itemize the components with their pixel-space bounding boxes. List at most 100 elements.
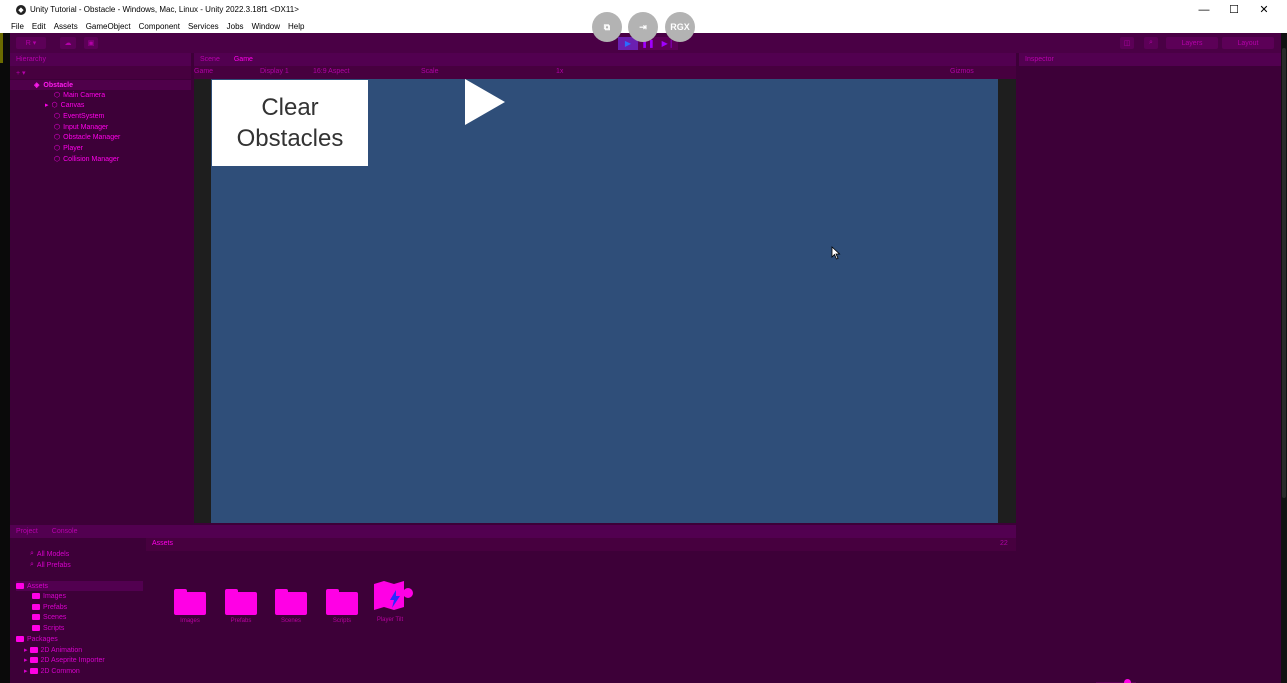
close-button[interactable]: ✕ bbox=[1249, 0, 1279, 19]
display-dropdown[interactable]: Display 1 bbox=[260, 68, 289, 75]
game-panel: Scene Game Game Display 1 16:9 Aspect Sc… bbox=[194, 53, 1016, 523]
breadcrumb[interactable]: Assets bbox=[152, 540, 173, 547]
tab-inspector[interactable]: Inspector bbox=[1025, 56, 1054, 63]
game-mode-dropdown[interactable]: Game bbox=[194, 68, 213, 75]
folder-icon bbox=[174, 589, 206, 615]
copy-icon[interactable]: ⧉ bbox=[592, 12, 622, 42]
aspect-dropdown[interactable]: 16:9 Aspect bbox=[313, 68, 350, 75]
rgx-button[interactable]: RGX bbox=[665, 12, 695, 42]
menu-gameobject[interactable]: GameObject bbox=[86, 22, 131, 31]
menu-file[interactable]: File bbox=[11, 22, 24, 31]
project-panel: Project Console ⌕ All Models ⌕ All Prefabs… bbox=[10, 525, 1136, 683]
expand-arrow-icon[interactable]: ▸ bbox=[45, 101, 49, 109]
layout-dropdown[interactable]: Layout bbox=[1222, 37, 1274, 49]
unity-editor: R ▾ ☁ ▣ ▶ ❚❚ ▶❘ ◫ ⌕ Layers Layout Hierar… bbox=[10, 33, 1281, 683]
mouse-cursor-icon bbox=[831, 246, 841, 260]
scale-label: Scale bbox=[421, 68, 439, 75]
menu-services[interactable]: Services bbox=[188, 22, 219, 31]
gameobject-icon: ⬡ bbox=[54, 124, 61, 131]
search-icon: ⌕ bbox=[30, 561, 34, 568]
game-panel-header: Scene Game bbox=[194, 53, 1016, 66]
input-actions-icon bbox=[374, 581, 413, 610]
add-icon[interactable]: + ▾ bbox=[16, 69, 26, 77]
asset-folder[interactable]: Scenes bbox=[271, 589, 311, 624]
asset-folder[interactable]: Images bbox=[170, 589, 210, 624]
cloud-icon[interactable]: ☁ bbox=[60, 37, 76, 49]
expand-arrow-icon[interactable]: ▸ bbox=[24, 656, 28, 664]
search-icon[interactable]: ⌕ bbox=[1144, 37, 1158, 49]
tree-item[interactable]: ▸ 2D Animation bbox=[24, 645, 82, 655]
gameobject-icon: ⬡ bbox=[54, 92, 61, 99]
tree-item[interactable]: Packages bbox=[16, 634, 58, 644]
hierarchy-item[interactable]: ⬡ Input Manager bbox=[54, 122, 108, 132]
window-scrollbar[interactable] bbox=[1281, 33, 1287, 683]
scale-value: 1x bbox=[556, 68, 564, 75]
folder-icon bbox=[32, 625, 40, 631]
unity-logo-icon: ◆ bbox=[16, 4, 26, 15]
tree-item[interactable]: Prefabs bbox=[32, 602, 67, 612]
game-view[interactable]: Clear Obstacles bbox=[211, 79, 998, 523]
left-edge-strip bbox=[0, 33, 10, 683]
tab-hierarchy[interactable]: Hierarchy bbox=[16, 56, 46, 63]
folder-icon bbox=[29, 647, 38, 653]
scene-root[interactable]: ◈ Obstacle bbox=[10, 80, 191, 90]
gameobject-icon: ⬡ bbox=[54, 113, 61, 120]
asset-folder[interactable]: Scripts bbox=[322, 589, 362, 624]
asset-input-actions[interactable]: Player Tilt bbox=[370, 580, 413, 623]
tree-item[interactable]: ▸ 2D Aseprite Importer bbox=[24, 655, 105, 665]
menu-window[interactable]: Window bbox=[252, 22, 280, 31]
hierarchy-panel: Hierarchy + ▾ ◈ Obstacle ⬡ Main Camera ▸ ⬡… bbox=[10, 53, 191, 523]
gizmos-dropdown[interactable]: Gizmos bbox=[950, 68, 974, 75]
tree-item[interactable]: Scenes bbox=[32, 612, 66, 622]
menu-help[interactable]: Help bbox=[288, 22, 304, 31]
menu-component[interactable]: Component bbox=[139, 22, 180, 31]
hierarchy-toolbar: + ▾ bbox=[10, 66, 191, 79]
asset-folder[interactable]: Prefabs bbox=[221, 589, 261, 624]
assets-breadcrumb-bar: Assets 22 bbox=[146, 538, 1016, 551]
clear-obstacles-button[interactable]: Clear Obstacles bbox=[212, 80, 368, 166]
tab-project[interactable]: Project bbox=[16, 528, 38, 535]
menu-jobs[interactable]: Jobs bbox=[227, 22, 244, 31]
expand-arrow-icon[interactable]: ▸ bbox=[24, 646, 28, 654]
sign-in-icon[interactable]: ⇥ bbox=[628, 12, 658, 42]
services-icon[interactable]: ◫ bbox=[1120, 37, 1134, 49]
hierarchy-header: Hierarchy bbox=[10, 53, 191, 66]
tree-item[interactable]: Scripts bbox=[32, 623, 64, 633]
hierarchy-item[interactable]: ⬡ Collision Manager bbox=[54, 154, 119, 164]
hierarchy-item[interactable]: ⬡ Player bbox=[54, 143, 83, 153]
gameobject-icon: ⬡ bbox=[54, 145, 61, 152]
folder-icon bbox=[326, 589, 358, 615]
gameobject-icon: ⬡ bbox=[51, 102, 58, 109]
minimize-button[interactable]: — bbox=[1189, 0, 1219, 19]
folder-icon bbox=[32, 604, 40, 610]
tab-game[interactable]: Game bbox=[234, 56, 253, 63]
hierarchy-item[interactable]: ⬡ EventSystem bbox=[54, 111, 104, 121]
collab-icon[interactable]: ▣ bbox=[84, 37, 98, 49]
search-icon: ⌕ bbox=[30, 550, 34, 557]
menu-assets[interactable]: Assets bbox=[54, 22, 78, 31]
gameobject-icon: ⬡ bbox=[54, 134, 61, 141]
folder-icon bbox=[32, 614, 40, 620]
tree-item[interactable]: Assets bbox=[16, 581, 143, 591]
folder-icon bbox=[16, 583, 24, 589]
maximize-button[interactable]: ☐ bbox=[1219, 0, 1249, 19]
tab-console[interactable]: Console bbox=[52, 528, 78, 535]
folder-icon bbox=[29, 668, 38, 674]
layers-dropdown[interactable]: Layers bbox=[1166, 37, 1218, 49]
tree-item[interactable]: ▸ 2D Common bbox=[24, 666, 80, 676]
project-assets-view: Assets 22 Images Prefabs Scenes Scripts bbox=[146, 538, 1136, 683]
hierarchy-item[interactable]: ⬡ Main Camera bbox=[54, 90, 105, 100]
expand-arrow-icon[interactable]: ▸ bbox=[24, 667, 28, 675]
tree-item[interactable]: Images bbox=[32, 591, 66, 601]
favorite-item[interactable]: ⌕ All Models bbox=[30, 549, 69, 559]
play-icon[interactable] bbox=[465, 79, 505, 125]
hierarchy-item[interactable]: ⬡ Obstacle Manager bbox=[54, 132, 120, 142]
game-view-toolbar: Game Display 1 16:9 Aspect Scale 1x Gizm… bbox=[194, 66, 1016, 79]
inspector-header: Inspector bbox=[1019, 53, 1281, 66]
menu-edit[interactable]: Edit bbox=[32, 22, 46, 31]
folder-icon bbox=[225, 589, 257, 615]
tab-scene[interactable]: Scene bbox=[200, 56, 220, 63]
favorite-item[interactable]: ⌕ All Prefabs bbox=[30, 560, 71, 570]
hierarchy-item[interactable]: ▸ ⬡ Canvas bbox=[45, 100, 84, 110]
account-button[interactable]: R ▾ bbox=[16, 37, 46, 49]
